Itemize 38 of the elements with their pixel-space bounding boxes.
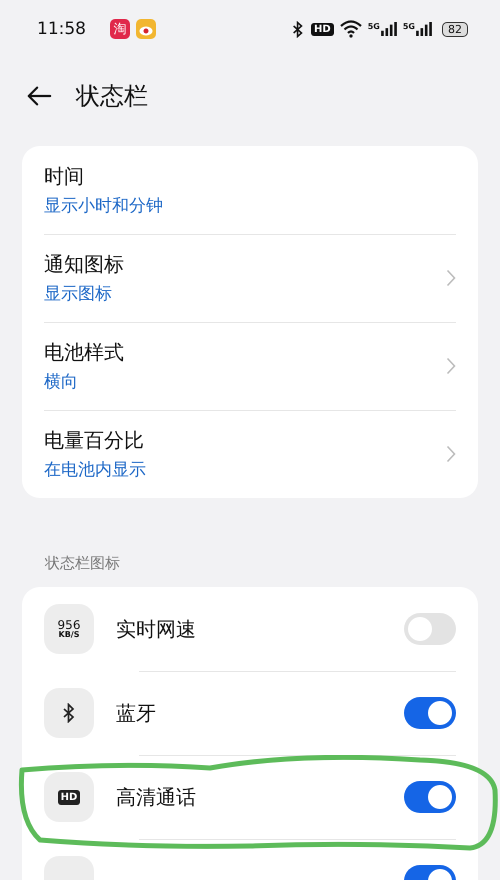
setting-value: 显示小时和分钟 <box>44 195 164 217</box>
toggle-switch[interactable] <box>404 781 456 813</box>
battery-indicator: 82 <box>442 22 468 36</box>
bluetooth-icon <box>291 20 306 38</box>
signal-icon <box>416 22 432 36</box>
settings-item[interactable]: 通知图标 显示图标 <box>22 234 478 322</box>
toggle-label: 高清通话 <box>116 784 196 810</box>
settings-item[interactable]: 电池样式 横向 <box>22 322 478 410</box>
setting-value: 显示图标 <box>44 283 113 305</box>
setting-value: 在电池内显示 <box>44 459 147 481</box>
chevron-icon <box>446 357 456 375</box>
back-arrow-icon[interactable] <box>26 85 52 107</box>
setting-title: 电池样式 <box>44 339 125 366</box>
section-title: 状态栏图标 <box>44 553 121 574</box>
setting-title: 通知图标 <box>44 251 125 278</box>
toggle-label: 实时网速 <box>116 616 196 642</box>
chevron-icon <box>446 269 456 287</box>
setting-title: 电量百分比 <box>44 427 145 454</box>
wifi-icon <box>340 20 362 38</box>
network-label: 5G <box>368 22 380 31</box>
settings-item[interactable]: 时间 显示小时和分钟 <box>22 146 478 234</box>
hd-badge: HD <box>311 22 334 36</box>
settings-item[interactable]: 电量百分比 在电池内显示 <box>22 410 478 498</box>
page-title: 状态栏 <box>76 81 148 112</box>
bluetooth-icon <box>63 703 75 723</box>
toggle-label: 蓝牙 <box>116 700 156 726</box>
toggle-switch[interactable] <box>404 613 456 645</box>
chevron-icon <box>446 445 456 463</box>
toggle-switch[interactable] <box>404 697 456 729</box>
setting-value: 横向 <box>44 371 79 393</box>
status-time: 11:58 <box>37 19 86 39</box>
hd-icon: HD <box>58 790 80 804</box>
signal-icon <box>380 22 397 36</box>
speed-unit: KB/S <box>58 631 80 639</box>
speed-number: 956 <box>58 619 80 631</box>
setting-title: 时间 <box>44 163 85 190</box>
app-icon: 淘 <box>110 19 130 39</box>
network-label: 5G <box>402 22 415 31</box>
